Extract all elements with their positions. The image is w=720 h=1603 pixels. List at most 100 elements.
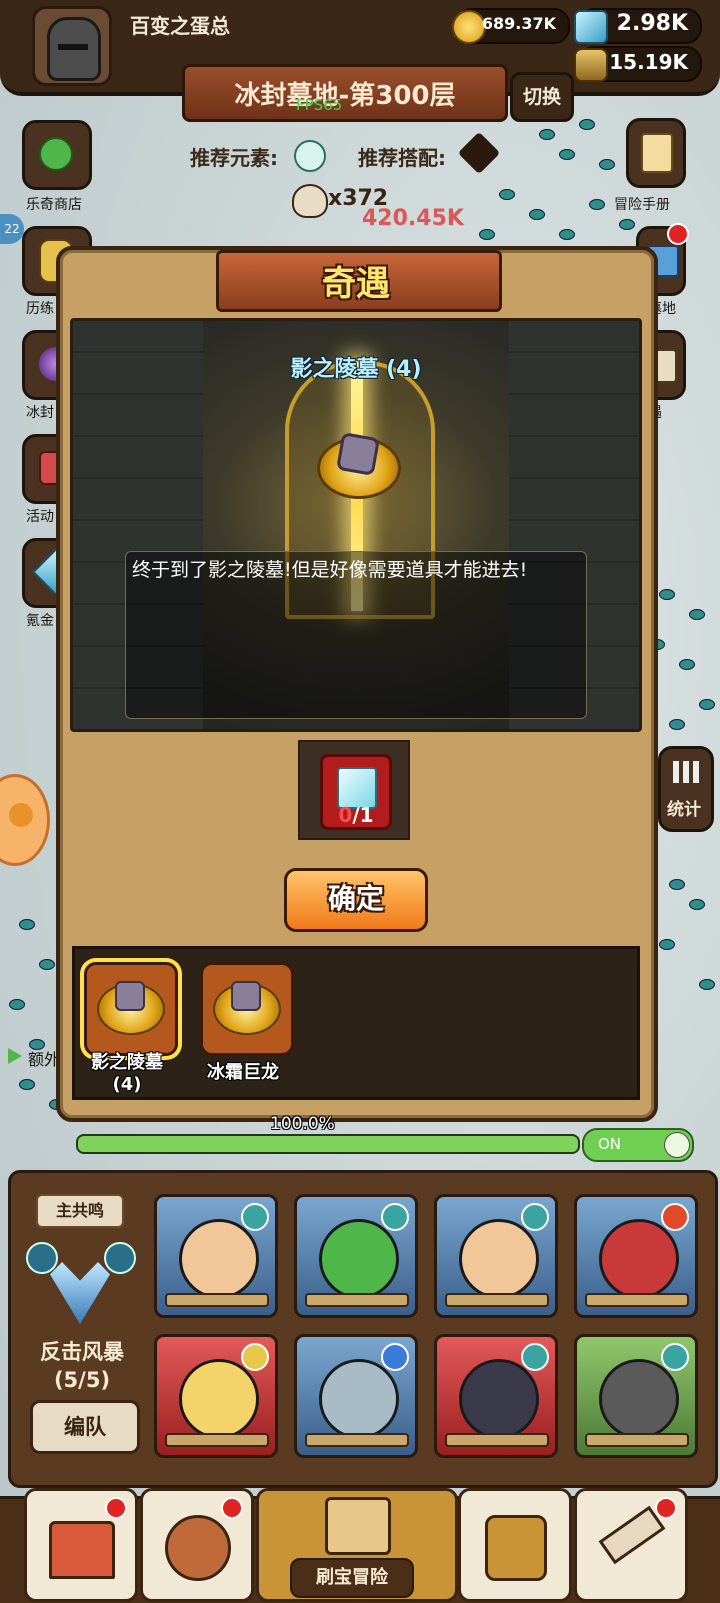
hero-portrait — [459, 1359, 539, 1439]
lucky-shop-button[interactable] — [22, 120, 92, 190]
nav-shop-button[interactable] — [24, 1488, 138, 1602]
enemy-crab — [670, 720, 684, 729]
side-label-manual: 冒险手册 — [614, 197, 670, 213]
hero-card[interactable] — [154, 1334, 278, 1458]
auto-toggle[interactable]: ON — [582, 1128, 694, 1162]
enemy-crab — [20, 920, 34, 929]
enemy-crab — [680, 660, 694, 669]
enemy-crab — [590, 200, 604, 209]
hero-card[interactable] — [294, 1334, 418, 1458]
required-item-slot[interactable]: 0/1 — [298, 740, 410, 840]
nav-active-label: 刷宝冒险 — [290, 1558, 414, 1598]
formation-button[interactable]: 编队 — [30, 1400, 140, 1454]
enemy-crab — [670, 880, 684, 889]
wind-element-icon — [26, 1242, 58, 1274]
adventure-manual-button[interactable] — [626, 118, 686, 188]
hero-card[interactable] — [574, 1194, 698, 1318]
hero-portrait — [179, 1219, 259, 1299]
scroll-icon — [641, 133, 673, 173]
wind-element-icon — [381, 1203, 409, 1231]
enemy-crab — [560, 230, 574, 239]
knight-helmet-icon — [47, 17, 101, 81]
map-icon — [325, 1497, 391, 1555]
wave-progress-fill — [78, 1136, 578, 1152]
hero-level-bar — [445, 1293, 549, 1307]
event-label-frost-dragon: 冰霜巨龙 — [207, 1062, 279, 1083]
statistics-label: 统计 — [667, 800, 701, 820]
skull-icon — [292, 184, 328, 218]
player-name: 百变之蛋总 — [130, 14, 230, 38]
hero-portrait — [319, 1219, 399, 1299]
enemy-crab — [40, 960, 54, 969]
hero-level-bar — [585, 1293, 689, 1307]
recommend-combo-label: 推荐搭配: — [358, 146, 446, 170]
event-card-shadow-tomb[interactable] — [84, 962, 178, 1056]
nav-forge-button[interactable] — [574, 1488, 688, 1602]
enemy-crab — [10, 1000, 24, 1009]
enemy-crab — [700, 980, 714, 989]
recommend-element-label: 推荐元素: — [190, 146, 278, 170]
potion-counter: 15.19K — [574, 46, 702, 82]
event-card-frost-dragon[interactable] — [200, 962, 294, 1056]
level-banner: 冰封墓地-第300层 — [182, 64, 508, 122]
hero-icon — [165, 1515, 231, 1581]
enemy-crab — [580, 120, 594, 129]
player-avatar[interactable] — [32, 6, 112, 86]
clover-icon — [39, 137, 73, 171]
enemy-crab — [600, 160, 614, 169]
encounter-scene: 影之陵墓 (4) 终于到了影之陵墓!但是好像需要道具才能进去! — [70, 318, 642, 732]
enemy-crab — [620, 220, 634, 229]
chest-icon — [335, 431, 381, 477]
wind-element-icon — [294, 140, 326, 172]
confirm-button[interactable]: 确定 — [284, 868, 428, 932]
side-label-frozen: 冰封 — [26, 405, 54, 421]
hero-portrait — [319, 1359, 399, 1439]
wings-icon — [50, 1262, 110, 1324]
gem-counter: 2.98K — [574, 8, 702, 44]
fps-counter: FPS65 — [296, 96, 343, 114]
wave-progress-bar — [76, 1134, 580, 1154]
bar-chart-icon — [673, 761, 699, 783]
wave-progress-text: 100.0% — [270, 1114, 335, 1134]
statistics-button[interactable]: 统计 — [658, 746, 714, 832]
side-label-lucky-shop: 乐奇商店 — [26, 197, 82, 213]
enemy-crab — [530, 210, 544, 219]
hero-level-bar — [305, 1433, 409, 1447]
resonance-chip: 主共鸣 — [36, 1194, 124, 1228]
hero-card[interactable] — [294, 1194, 418, 1318]
hero-level-bar — [585, 1433, 689, 1447]
nav-bag-button[interactable] — [458, 1488, 572, 1602]
hero-card[interactable] — [574, 1334, 698, 1458]
toggle-knob — [664, 1132, 690, 1158]
assistant-icon — [9, 803, 33, 827]
nav-heroes-button[interactable] — [140, 1488, 254, 1602]
enemy-crab — [660, 590, 674, 599]
enemy-crab — [480, 230, 494, 239]
resonance-name: 反击风暴 (5/5) — [40, 1340, 124, 1392]
potion-jar-icon — [574, 48, 608, 82]
resonance-emblem[interactable] — [26, 1232, 136, 1332]
hero-card[interactable] — [434, 1194, 558, 1318]
hero-portrait — [599, 1359, 679, 1439]
modal-title: 奇遇 — [322, 264, 390, 304]
wind-element-icon — [241, 1203, 269, 1231]
hammer-icon — [598, 1505, 666, 1565]
hero-card[interactable] — [154, 1194, 278, 1318]
chest-icon — [231, 981, 261, 1011]
enemy-crab — [540, 130, 554, 139]
required-item-frame: 0/1 — [320, 754, 392, 830]
hero-card[interactable] — [434, 1334, 558, 1458]
wind-element-icon — [104, 1242, 136, 1274]
description-text: 终于到了影之陵墓!但是好像需要道具才能进去! — [132, 559, 528, 581]
notification-dot — [667, 223, 689, 245]
toggle-label: ON — [598, 1135, 622, 1153]
side-label-topup: 氪金 — [26, 613, 54, 629]
scene-title: 影之陵墓 (4) — [290, 357, 422, 382]
hero-level-bar — [305, 1293, 409, 1307]
switch-level-button[interactable]: 切换 — [510, 72, 574, 122]
wind-element-icon — [521, 1343, 549, 1371]
side-label-events: 活动 — [26, 509, 54, 525]
damage-value: 420.45K — [362, 206, 464, 231]
hero-level-bar — [445, 1433, 549, 1447]
enemy-crab — [690, 900, 704, 909]
